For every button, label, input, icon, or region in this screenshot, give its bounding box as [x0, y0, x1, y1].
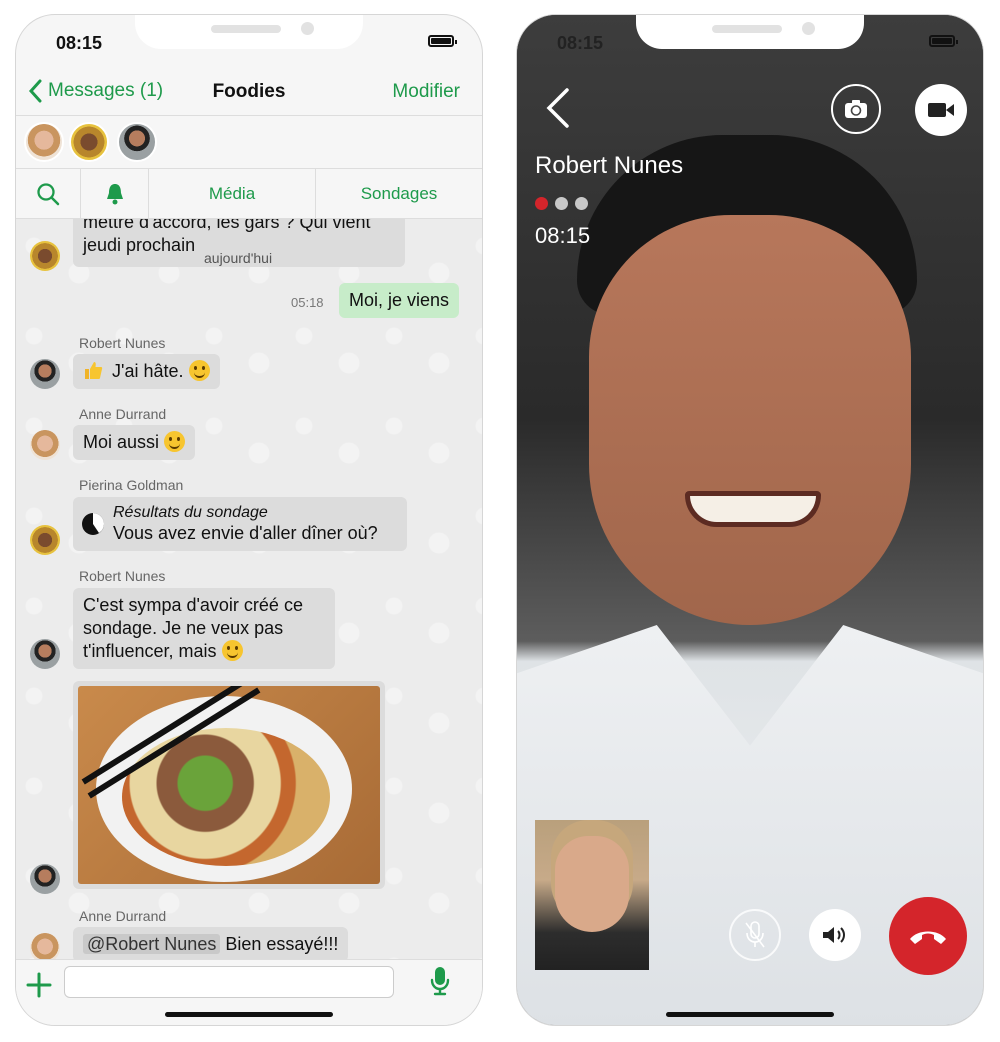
avatar[interactable] [30, 359, 60, 389]
avatar[interactable] [30, 864, 60, 894]
poll-title: Résultats du sondage [113, 504, 268, 521]
photo-message[interactable] [73, 681, 385, 889]
message-text: C'est sympa d'avoir créé ce sondage. Je … [83, 595, 303, 661]
search-button[interactable] [16, 169, 81, 218]
video-camera-icon [928, 103, 954, 117]
video-call-phone: 08:15 Robert Nunes 08:15 [516, 14, 984, 1026]
back-button[interactable] [543, 87, 573, 129]
message-bubble: C'est sympa d'avoir créé ce sondage. Je … [73, 588, 335, 669]
speaker-icon [823, 927, 845, 943]
sender-name: Pierina Goldman [79, 477, 184, 493]
back-label: Messages (1) [48, 80, 164, 101]
message-bubble: Moi aussi [73, 425, 196, 460]
message-text: J'ai hâte. [112, 361, 184, 381]
mute-button[interactable] [729, 909, 781, 961]
microphone-icon[interactable] [430, 966, 450, 996]
thumbs-up-icon [85, 362, 103, 379]
chat-phone: 08:15 Messages (1) Foodies Modifier Médi… [15, 14, 483, 1026]
avatar[interactable] [30, 430, 60, 460]
bell-icon [106, 183, 123, 204]
avatar[interactable] [24, 122, 64, 162]
message-input[interactable] [64, 966, 394, 998]
avatar[interactable] [117, 122, 157, 162]
battery-icon [428, 35, 457, 47]
video-toggle-button[interactable] [915, 84, 967, 136]
back-button[interactable]: Messages (1) [28, 79, 163, 103]
avatar[interactable] [30, 639, 60, 669]
hang-up-icon [910, 931, 946, 944]
message-text: Moi aussi [83, 432, 160, 452]
end-call-button[interactable] [889, 897, 967, 975]
message-bubble: @Robert Nunes Bien essayé!!! [73, 927, 349, 961]
composer [16, 959, 482, 1025]
tab-polls[interactable]: Sondages [316, 169, 482, 218]
wink-emoji-icon [221, 640, 243, 661]
switch-camera-icon [845, 100, 867, 118]
connection-indicator [535, 197, 588, 210]
microphone-off-icon [745, 921, 765, 948]
edit-button[interactable]: Modifier [392, 81, 460, 103]
home-indicator [666, 1012, 834, 1017]
mention-tag[interactable]: @Robert Nunes [83, 934, 221, 954]
call-duration: 08:15 [535, 223, 591, 248]
tab-media[interactable]: Média [149, 169, 316, 218]
caller-name: Robert Nunes [535, 152, 684, 179]
message-bubble: J'ai hâte. [73, 354, 220, 389]
message-list[interactable]: mettre d'accord, les gars ? Qui vient je… [16, 219, 482, 961]
sender-name: Anne Durrand [79, 406, 167, 422]
pie-chart-icon [82, 513, 104, 535]
message-text: Moi, je viens [349, 290, 450, 310]
home-indicator [165, 1012, 333, 1017]
message-text: Bien essayé!!! [225, 934, 339, 954]
chat-header: Messages (1) Foodies Modifier [16, 77, 482, 117]
avatar[interactable] [30, 525, 60, 555]
notch [636, 15, 864, 49]
sender-name: Robert Nunes [79, 568, 166, 584]
avatar[interactable] [69, 122, 109, 162]
avatar[interactable] [30, 933, 60, 961]
notch [135, 15, 363, 49]
poll-message-bubble[interactable]: Résultats du sondage Vous avez envie d'a… [73, 497, 407, 551]
member-avatars [16, 115, 482, 169]
my-message-bubble: Moi, je viens [339, 283, 460, 318]
battery-icon [929, 35, 958, 47]
smile-emoji-icon [164, 431, 186, 452]
date-divider: aujourd'hui [204, 250, 273, 266]
chat-toolbar: Média Sondages [16, 169, 482, 219]
chevron-left-icon [28, 79, 42, 103]
switch-camera-button[interactable] [831, 84, 881, 134]
food-photo [78, 686, 380, 884]
message-time: 05:18 [291, 295, 324, 310]
status-time: 08:15 [56, 33, 103, 53]
grin-emoji-icon [188, 360, 210, 381]
speaker-button[interactable] [809, 909, 861, 961]
sender-name: Robert Nunes [79, 335, 166, 351]
add-icon[interactable] [26, 972, 52, 998]
notifications-button[interactable] [81, 169, 149, 218]
search-icon [37, 182, 60, 205]
status-time: 08:15 [557, 33, 604, 53]
self-view-video[interactable] [535, 820, 649, 970]
sender-name: Anne Durrand [79, 908, 167, 924]
poll-question: Vous avez envie d'aller dîner où? [113, 523, 378, 543]
avatar[interactable] [30, 241, 60, 271]
